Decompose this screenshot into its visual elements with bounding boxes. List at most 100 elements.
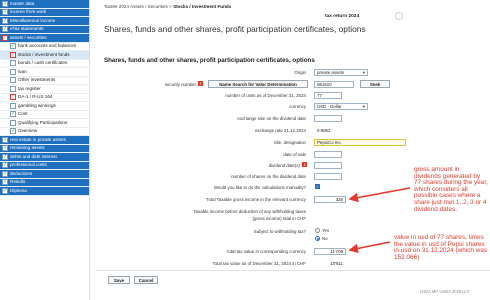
empty-box-icon bbox=[10, 60, 16, 67]
sidebar-item-label: Miscellaneous income bbox=[10, 17, 56, 23]
exchange-dividend-label: exchange rate on the dividend date bbox=[237, 116, 306, 121]
security-number-label: security number bbox=[164, 82, 196, 87]
check-icon: ✓ bbox=[2, 136, 8, 143]
sidebar-item-label: stocks / investment funds bbox=[18, 51, 70, 57]
check-icon: ✓ bbox=[2, 170, 8, 177]
sidebar-item[interactable]: ✓ eTax statements bbox=[0, 25, 89, 34]
sidebar-item-label: DA-1 / R-US 164 bbox=[18, 94, 53, 99]
date-of-sale-label: date of sale bbox=[283, 152, 306, 157]
check-icon: ✓ bbox=[2, 145, 8, 152]
breadcrumb-path[interactable]: TaxMe 2024 Assets / Securities > bbox=[104, 4, 173, 9]
sidebar-item-label: Cost bbox=[18, 111, 28, 116]
units-label: number of units as of December 31, 2024 bbox=[225, 93, 306, 98]
sidebar-item[interactable]: ✓ Diploma bbox=[0, 187, 89, 196]
dividend-dates-input[interactable] bbox=[314, 162, 342, 169]
empty-box-icon bbox=[10, 102, 16, 109]
loading-spinner-icon bbox=[395, 12, 403, 20]
security-number-input[interactable]: 961610 bbox=[314, 81, 354, 88]
sidebar-item[interactable]: tax register bbox=[0, 85, 89, 94]
check-icon: ✓ bbox=[2, 153, 8, 160]
empty-box-icon bbox=[10, 85, 16, 92]
sidebar-item[interactable]: ✓ Results bbox=[0, 178, 89, 187]
sidebar-item[interactable]: ! assets / securities bbox=[0, 34, 89, 43]
empty-box-icon bbox=[10, 77, 16, 84]
save-button[interactable]: Save bbox=[108, 276, 130, 284]
version-label: (2024 MP v2024.202511.0 bbox=[420, 289, 469, 294]
annotation-gross-note: gross amount in dividends generated by 7… bbox=[414, 166, 488, 213]
shares-dividend-label: number of shares on the dividend date bbox=[231, 174, 306, 179]
check-icon: ✓ bbox=[10, 111, 16, 118]
tax-return-label: tax return 2024 bbox=[325, 14, 360, 19]
sidebar-item-label: master data bbox=[10, 0, 35, 6]
sidebar-item-label: loan bbox=[18, 68, 27, 74]
currency-select[interactable]: USD - Dollar bbox=[314, 103, 368, 110]
warning-icon: ! bbox=[2, 34, 8, 41]
check-icon: ✓ bbox=[2, 187, 8, 194]
sidebar-item[interactable]: ✓ real estate in private assets bbox=[0, 136, 89, 145]
sidebar-item[interactable]: ✓ Overview bbox=[0, 127, 89, 136]
cancel-button[interactable]: Cancel bbox=[134, 276, 158, 284]
sidebar-item[interactable]: gambling winnings bbox=[0, 102, 89, 111]
sidebar-item[interactable]: ✓ Miscellaneous income bbox=[0, 17, 89, 26]
sidebar-item-label: eTax statements bbox=[10, 26, 44, 31]
tax-value-chf-value: 10'611 bbox=[314, 260, 346, 267]
sidebar-item[interactable]: ✓ Cost bbox=[0, 110, 89, 119]
footer-divider bbox=[96, 270, 490, 271]
sidebar-item[interactable]: ✓ professional costs bbox=[0, 161, 89, 170]
exchange-rate-label: exchange rate 31.12.2024 bbox=[254, 128, 306, 133]
sidebar-item-label: Results bbox=[10, 179, 26, 184]
title-label: title, designation bbox=[274, 140, 306, 145]
sidebar-item-label: bank accounts and balances bbox=[18, 43, 77, 48]
date-of-sale-input[interactable] bbox=[314, 151, 342, 158]
tax-value-chf-label: Total tax value as of December 31, 2024 … bbox=[212, 261, 306, 266]
sidebar-item[interactable]: ✓ debts and debt interest bbox=[0, 153, 89, 162]
exchange-rate-value: 0.9062 bbox=[314, 127, 342, 134]
sidebar-item[interactable]: loan bbox=[0, 68, 89, 77]
name-search-button[interactable]: Name Search for Valor Determination bbox=[208, 80, 308, 88]
sidebar-item[interactable]: ✓ master data bbox=[0, 0, 89, 9]
shares-dividend-input[interactable] bbox=[314, 173, 342, 180]
sidebar-item[interactable]: ✓ remaining assets bbox=[0, 144, 89, 153]
sidebar-item[interactable]: Qualifying Participations bbox=[0, 119, 89, 128]
exchange-dividend-input[interactable] bbox=[314, 115, 342, 122]
sidebar-item[interactable]: ✓ bank accounts and balances bbox=[0, 42, 89, 51]
sidebar-item[interactable]: ! stocks / investment funds bbox=[0, 51, 89, 60]
sidebar-item-label: assets / securities bbox=[10, 34, 47, 40]
origin-label: Origin bbox=[294, 70, 306, 75]
sidebar-item[interactable]: ! DA-1 / R-US 164 bbox=[0, 93, 89, 102]
sidebar-item[interactable]: Other investments bbox=[0, 76, 89, 85]
warning-icon: ! bbox=[10, 51, 16, 58]
breadcrumb-current: Stocks / Investment Funds bbox=[173, 4, 232, 9]
sidebar-nav: ✓ master data ✓ income from work ✓ Miscellane… bbox=[0, 0, 90, 300]
units-input[interactable]: 77 bbox=[314, 92, 342, 99]
annotation-arrows bbox=[348, 187, 411, 254]
sidebar-item[interactable]: bonds / cash certificates bbox=[0, 59, 89, 68]
sidebar-item-label: real estate in private assets bbox=[10, 136, 66, 142]
sidebar-item-label: gambling winnings bbox=[18, 102, 56, 108]
title-input[interactable]: PepsiCo Inc. bbox=[314, 139, 406, 146]
check-icon: ✓ bbox=[2, 26, 8, 33]
origin-select[interactable]: private assets bbox=[314, 69, 368, 76]
sidebar-item-label: Diploma bbox=[10, 187, 27, 193]
check-icon: ✓ bbox=[2, 17, 8, 24]
warning-icon: ! bbox=[10, 94, 16, 101]
sidebar-item-label: income from work bbox=[10, 9, 47, 14]
sidebar-item-label: Overview bbox=[18, 128, 38, 133]
sidebar-item-label: debts and debt interest bbox=[10, 153, 57, 159]
warning-icon: ! bbox=[198, 81, 203, 86]
check-icon: ✓ bbox=[10, 43, 16, 50]
arrow-to-gross bbox=[348, 187, 411, 203]
dividend-dates-label: dividend date(s) bbox=[268, 163, 300, 168]
sidebar-item-label: professional costs bbox=[10, 162, 47, 167]
seek-button[interactable]: Seek bbox=[360, 80, 390, 88]
sidebar-item[interactable]: ✓ income from work bbox=[0, 8, 89, 17]
check-icon: ✓ bbox=[2, 9, 8, 16]
sidebar-item-label: tax register bbox=[18, 85, 41, 91]
arrow-to-value bbox=[348, 241, 391, 254]
check-icon: ✓ bbox=[2, 162, 8, 169]
page-title: Shares, funds and other shares, profit p… bbox=[104, 24, 366, 34]
check-icon: ✓ bbox=[2, 0, 8, 7]
warning-icon: ! bbox=[302, 162, 307, 167]
sidebar-item[interactable]: ✓ deductions bbox=[0, 170, 89, 179]
sidebar-item-label: bonds / cash certificates bbox=[18, 60, 68, 65]
